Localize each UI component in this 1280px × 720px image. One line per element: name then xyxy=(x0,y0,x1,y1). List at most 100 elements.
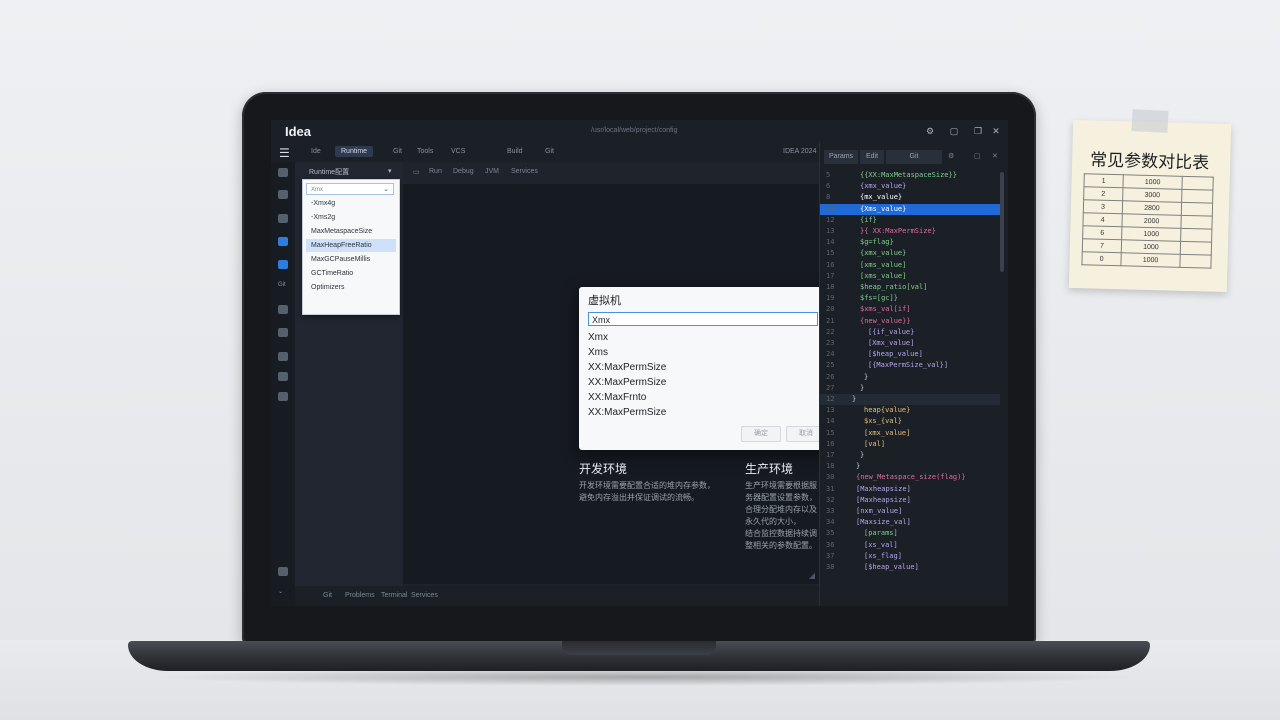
chevron-down-icon[interactable]: ⌄ xyxy=(383,184,389,196)
code-line[interactable]: 17 [xms_value] xyxy=(820,271,1000,282)
code-line[interactable]: 22 [{if_value} xyxy=(820,327,1000,338)
close-icon[interactable]: ✕ xyxy=(992,152,998,160)
menu-item-git-2[interactable]: Git xyxy=(545,148,554,155)
confirm-button[interactable]: 确定 xyxy=(741,426,781,442)
menu-item-ide[interactable]: Ide xyxy=(311,148,321,155)
code-line[interactable]: 19 $fs=[gc]} xyxy=(820,293,1000,304)
settings-icon[interactable]: ⚙ xyxy=(924,126,936,137)
toolbar-icon[interactable]: ▭ xyxy=(413,168,420,176)
code-line[interactable]: 38 [$heap_value] xyxy=(820,562,1000,573)
menu-item-vcs[interactable]: VCS xyxy=(451,148,465,155)
code-line[interactable]: 23 [Xmx_value] xyxy=(820,338,1000,349)
dialog-option[interactable]: XX:MaxFrnto xyxy=(588,392,646,403)
code-line[interactable]: 35 [params] xyxy=(820,528,1000,539)
dropdown-item[interactable]: GCTimeRatio xyxy=(306,267,396,280)
code-line[interactable]: 21 {new_value}} xyxy=(820,316,1000,327)
hamburger-menu-icon[interactable]: ☰ xyxy=(279,146,290,160)
plugins-icon[interactable] xyxy=(278,392,288,401)
dropdown-item[interactable]: -Xmx4g xyxy=(306,197,396,210)
menu-item-runtime[interactable]: Runtime xyxy=(335,146,374,157)
status-git[interactable]: Git xyxy=(323,592,332,599)
code-line[interactable]: 30 {new_Metaspace_size(flag)} xyxy=(820,472,1000,483)
code-line[interactable]: 34 [Maxsize_val] xyxy=(820,517,1000,528)
dropdown-item-selected[interactable]: MaxHeapFreeRatio xyxy=(306,239,396,252)
menu-item-tools[interactable]: Tools xyxy=(417,148,433,155)
code-scrollbar[interactable] xyxy=(1000,172,1004,272)
code-line[interactable]: 37 [xs_flag] xyxy=(820,551,1000,562)
tab-git[interactable]: Git xyxy=(886,150,942,164)
debug-icon[interactable] xyxy=(278,372,288,381)
tab-params[interactable]: Params xyxy=(824,150,858,164)
code-line[interactable]: 16 [xms_value] xyxy=(820,260,1000,271)
structure-icon[interactable] xyxy=(278,214,288,223)
maximize-icon[interactable]: ▢ xyxy=(974,152,981,160)
toolbar-services[interactable]: Services xyxy=(511,168,538,175)
code-line[interactable]: 13 heap{value} xyxy=(820,405,1000,416)
code-line[interactable]: 15 {xmx_value} xyxy=(820,248,1000,259)
code-text: [val] xyxy=(864,439,886,448)
code-line[interactable]: 36 [xs_val] xyxy=(820,540,1000,551)
code-line[interactable]: 26} xyxy=(820,372,1000,383)
toolbar-run[interactable]: Run xyxy=(429,168,442,175)
notifications-icon[interactable] xyxy=(278,567,288,576)
code-line[interactable]: 14 $xs_{val} xyxy=(820,416,1000,427)
code-line[interactable]: 8 {mx_value} xyxy=(820,192,1000,203)
config-icon[interactable] xyxy=(278,260,288,269)
dialog-option[interactable]: Xms xyxy=(588,347,608,358)
code-line[interactable]: 33 [nxm_value] xyxy=(820,506,1000,517)
dialog-option[interactable]: XX:MaxPermSize xyxy=(588,377,666,388)
menu-item-git[interactable]: Git xyxy=(393,148,402,155)
code-line[interactable]: 20 $xms_val[if] xyxy=(820,304,1000,315)
code-line[interactable]: 25 [{MaxPermSize_val}] xyxy=(820,360,1000,371)
resize-handle-icon[interactable]: ◢ xyxy=(809,571,815,580)
code-line[interactable]: 12 {if} xyxy=(820,215,1000,226)
settings-icon[interactable]: ⚙ xyxy=(948,152,954,160)
code-line[interactable]: 14 $g=flag} xyxy=(820,237,1000,248)
restore-icon[interactable]: ❐ xyxy=(972,126,984,137)
toolbar-debug[interactable]: Debug xyxy=(453,168,474,175)
dialog-option[interactable]: XX:MaxPermSize xyxy=(588,362,666,373)
code-line[interactable]: 31 [Maxheapsize] xyxy=(820,484,1000,495)
maximize-icon[interactable]: ▢ xyxy=(948,126,960,137)
toolbar-jvm[interactable]: JVM xyxy=(485,168,499,175)
dropdown-item[interactable]: MaxMetaspaceSize xyxy=(306,225,396,238)
code-line[interactable]: 18} xyxy=(820,461,1000,472)
runtime-dropdown[interactable]: Xmx ⌄ -Xmx4g -Xms2g MaxMetaspaceSize Max… xyxy=(302,179,400,315)
code-line[interactable]: 24 [$heap_value] xyxy=(820,349,1000,360)
terminal-icon[interactable] xyxy=(278,305,288,314)
table-cell: 2 xyxy=(1083,186,1123,201)
chevron-down-icon[interactable]: ⌄ xyxy=(278,588,288,597)
code-line[interactable]: 11 {Xms_value} xyxy=(820,203,1000,215)
code-line[interactable]: 6 {xmx_value} xyxy=(820,181,1000,192)
close-icon[interactable]: ✕ xyxy=(990,126,1002,137)
tab-edit[interactable]: Edit xyxy=(860,150,884,164)
git-icon[interactable]: Git xyxy=(278,282,288,291)
code-line[interactable]: 16 [val] xyxy=(820,439,1000,450)
code-line[interactable]: 32 [Maxheapsize] xyxy=(820,495,1000,506)
status-services[interactable]: Services xyxy=(411,592,438,599)
dialog-option[interactable]: XX:MaxPermSize xyxy=(588,407,666,418)
dropdown-item[interactable]: MaxGCPauseMillis xyxy=(306,253,396,266)
code-view[interactable]: 5 {{XX:MaxMetaspaceSize}} 6 {xmx_value} 8 {mx… xyxy=(820,170,1008,606)
dropdown-item[interactable]: -Xms2g xyxy=(306,211,396,224)
database-icon[interactable] xyxy=(278,328,288,337)
services-icon[interactable] xyxy=(278,352,288,361)
code-line[interactable]: 5 {{XX:MaxMetaspaceSize}} xyxy=(820,170,1000,181)
code-line[interactable]: 13}{ XX:MaxPermSize} xyxy=(820,226,1000,237)
dialog-search-input[interactable]: Xmx xyxy=(588,312,818,326)
code-line[interactable]: 17} xyxy=(820,450,1000,461)
project-icon[interactable] xyxy=(278,168,288,177)
status-terminal[interactable]: Terminal xyxy=(381,592,407,599)
status-problems[interactable]: Problems xyxy=(345,592,375,599)
code-line[interactable]: 18 $heap_ratio[val] xyxy=(820,282,1000,293)
code-line[interactable]: 12} xyxy=(820,394,1000,405)
dialog-option[interactable]: Xmx xyxy=(588,332,608,343)
dropdown-item[interactable]: Optimizers xyxy=(306,281,396,294)
file-icon[interactable] xyxy=(278,190,288,199)
dropdown-input[interactable]: Xmx ⌄ xyxy=(306,183,394,195)
runtime-icon[interactable] xyxy=(278,237,288,246)
menu-item-build[interactable]: Build xyxy=(507,148,523,155)
code-line[interactable]: 27} xyxy=(820,383,1000,394)
code-line[interactable]: 15 [xmx_value] xyxy=(820,428,1000,439)
chevron-down-icon[interactable]: ▾ xyxy=(388,167,392,175)
